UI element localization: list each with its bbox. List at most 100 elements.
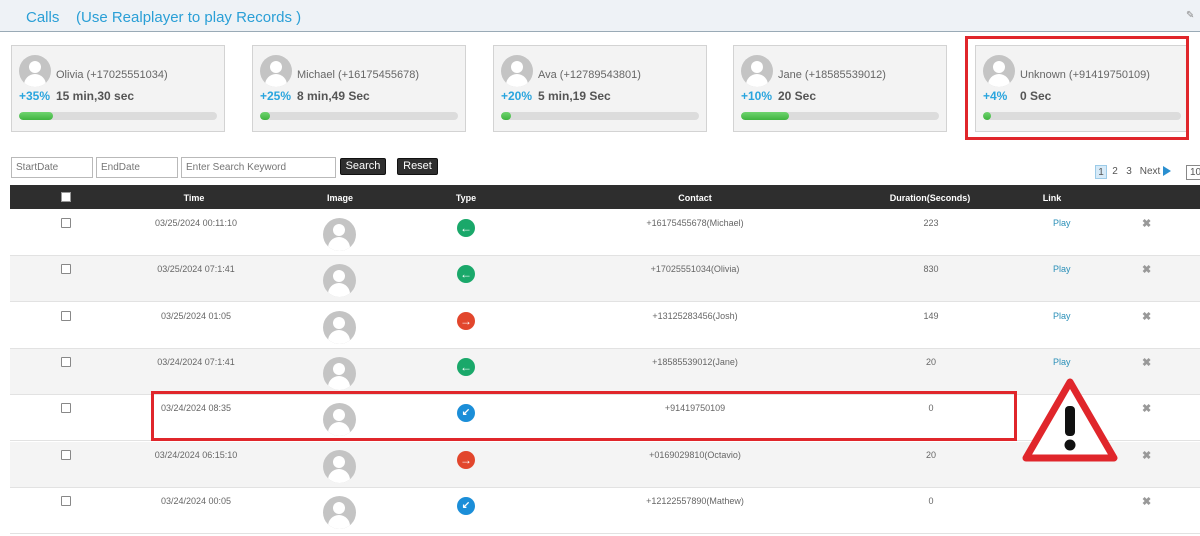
page-header: Calls (Use Realplayer to play Records ) … — [0, 0, 1200, 32]
card-progress-bar — [260, 112, 458, 120]
column-header-time[interactable]: Time — [184, 193, 205, 203]
avatar-icon — [323, 264, 356, 298]
play-link[interactable]: Play — [1053, 357, 1071, 367]
avatar-icon — [323, 449, 356, 483]
close-icon[interactable]: ✖ — [1142, 449, 1151, 462]
column-header-image: Image — [326, 193, 354, 203]
column-header-type[interactable]: Type — [456, 193, 476, 203]
highlight-box-missed-call-row — [151, 391, 1017, 441]
card-progress-bar — [19, 112, 217, 120]
close-icon[interactable]: ✖ — [1142, 263, 1151, 276]
card-percent: +25% — [260, 89, 292, 103]
card-progress-fill — [501, 112, 511, 120]
card-progress-fill — [741, 112, 789, 120]
row-duration: 20 — [925, 449, 937, 460]
arrow-right-icon: → — [457, 450, 475, 469]
row-checkbox[interactable] — [61, 356, 71, 367]
card-duration: 20 Sec — [778, 89, 817, 103]
table-row[interactable]: 03/24/2024 00:05 ↙ +12122557890(Mathew) 0 ✖ — [10, 487, 1200, 534]
contact-card[interactable]: Jane (+18585539012) +10% 20 Sec — [733, 45, 947, 132]
row-checkbox[interactable] — [61, 403, 71, 414]
close-icon[interactable]: ✖ — [1142, 217, 1151, 230]
row-contact: +0169029810(Octavio) — [649, 449, 741, 460]
page-title: Calls (Use Realplayer to play Records ) — [26, 9, 302, 26]
avatar-icon — [323, 495, 356, 529]
row-duration: 0 — [928, 495, 934, 506]
card-progress-fill — [19, 112, 53, 120]
row-time: 03/24/2024 00:05 — [160, 495, 232, 506]
contact-card[interactable]: Michael (+16175455678) +25% 8 min,49 Sec — [252, 45, 466, 132]
column-header-duration[interactable]: Duration(Seconds) — [890, 193, 971, 203]
avatar-icon — [19, 55, 51, 87]
close-icon[interactable]: ✖ — [1142, 495, 1151, 508]
row-duration: 20 — [925, 356, 937, 367]
card-percent: +10% — [741, 89, 773, 103]
row-contact: +12122557890(Mathew) — [646, 495, 744, 506]
select-all-checkbox[interactable] — [61, 192, 71, 202]
card-contact-name: Michael (+16175455678) — [297, 69, 420, 81]
column-header-contact[interactable]: Contact — [678, 193, 712, 203]
row-duration: 223 — [923, 218, 939, 228]
play-link[interactable]: Play — [1053, 218, 1071, 228]
card-contact-name: Ava (+12789543801) — [538, 69, 641, 81]
row-duration: 830 — [923, 264, 939, 275]
row-duration: 149 — [923, 310, 939, 321]
next-arrow-icon[interactable] — [1163, 166, 1171, 176]
row-time: 03/24/2024 06:15:10 — [154, 449, 238, 460]
row-contact: +17025551034(Olivia) — [650, 264, 740, 275]
card-progress-bar — [501, 112, 699, 120]
start-date-input[interactable] — [11, 157, 93, 178]
avatar-icon — [323, 356, 356, 390]
card-contact-name: Olivia (+17025551034) — [56, 69, 168, 81]
card-duration: 15 min,30 sec — [56, 89, 135, 103]
row-contact: +16175455678(Michael) — [646, 218, 744, 228]
row-contact: +13125283456(Josh) — [652, 310, 738, 321]
card-progress-bar — [741, 112, 939, 120]
row-checkbox[interactable] — [61, 264, 71, 275]
page-3-link[interactable]: 3 — [1124, 165, 1134, 179]
end-date-input[interactable] — [96, 157, 178, 178]
row-time: 03/24/2024 07:1:41 — [157, 356, 235, 367]
close-icon[interactable]: ✖ — [1142, 310, 1151, 323]
contact-card[interactable]: Olivia (+17025551034) +35% 15 min,30 sec — [11, 45, 225, 132]
avatar-icon — [741, 55, 773, 87]
table-row[interactable]: 03/25/2024 00:11:10 ← +16175455678(Michael… — [10, 210, 1200, 256]
row-contact: +18585539012(Jane) — [652, 356, 738, 367]
row-checkbox[interactable] — [61, 218, 71, 228]
highlight-box-unknown-card — [965, 36, 1189, 140]
play-link[interactable]: Play — [1053, 311, 1071, 321]
table-row[interactable]: 03/25/2024 07:1:41 ← +17025551034(Olivia) 8… — [10, 256, 1200, 303]
card-duration: 8 min,49 Sec — [297, 89, 370, 103]
avatar-icon — [323, 218, 356, 251]
close-icon[interactable]: ✖ — [1142, 356, 1151, 369]
table-row[interactable]: 03/25/2024 01:05 → +13125283456(Josh) 149 Pl… — [10, 302, 1200, 349]
contact-card[interactable]: Ava (+12789543801) +20% 5 min,19 Sec — [493, 45, 707, 132]
card-contact-name: Jane (+18585539012) — [778, 69, 886, 81]
search-input[interactable] — [181, 157, 336, 178]
reset-button[interactable]: Reset — [397, 158, 438, 175]
card-percent: +35% — [19, 89, 51, 103]
arrow-left-icon: ← — [457, 219, 475, 237]
missed-call-icon: ↙ — [457, 496, 475, 515]
avatar-icon — [323, 310, 356, 344]
avatar-icon — [501, 55, 533, 87]
avatar-icon — [260, 55, 292, 87]
row-time: 03/25/2024 01:05 — [160, 310, 232, 321]
row-checkbox[interactable] — [61, 310, 71, 321]
row-checkbox[interactable] — [61, 449, 71, 460]
row-time: 03/25/2024 00:11:10 — [155, 218, 237, 228]
card-percent: +20% — [501, 89, 533, 103]
per-page-select[interactable]: 10 — [1186, 165, 1200, 180]
row-checkbox[interactable] — [61, 495, 71, 506]
edit-icon[interactable]: ✎ — [1186, 10, 1196, 22]
page-1-link[interactable]: 1 — [1095, 165, 1107, 179]
card-duration: 5 min,19 Sec — [538, 89, 611, 103]
next-page-link[interactable]: Next — [1139, 165, 1161, 179]
column-header-link: Link — [1042, 193, 1062, 203]
close-icon[interactable]: ✖ — [1142, 402, 1151, 415]
arrow-left-icon: ← — [457, 265, 475, 284]
search-button[interactable]: Search — [340, 158, 386, 175]
play-link[interactable]: Play — [1053, 264, 1071, 274]
arrow-left-icon: ← — [457, 357, 475, 376]
page-2-link[interactable]: 2 — [1110, 165, 1120, 179]
